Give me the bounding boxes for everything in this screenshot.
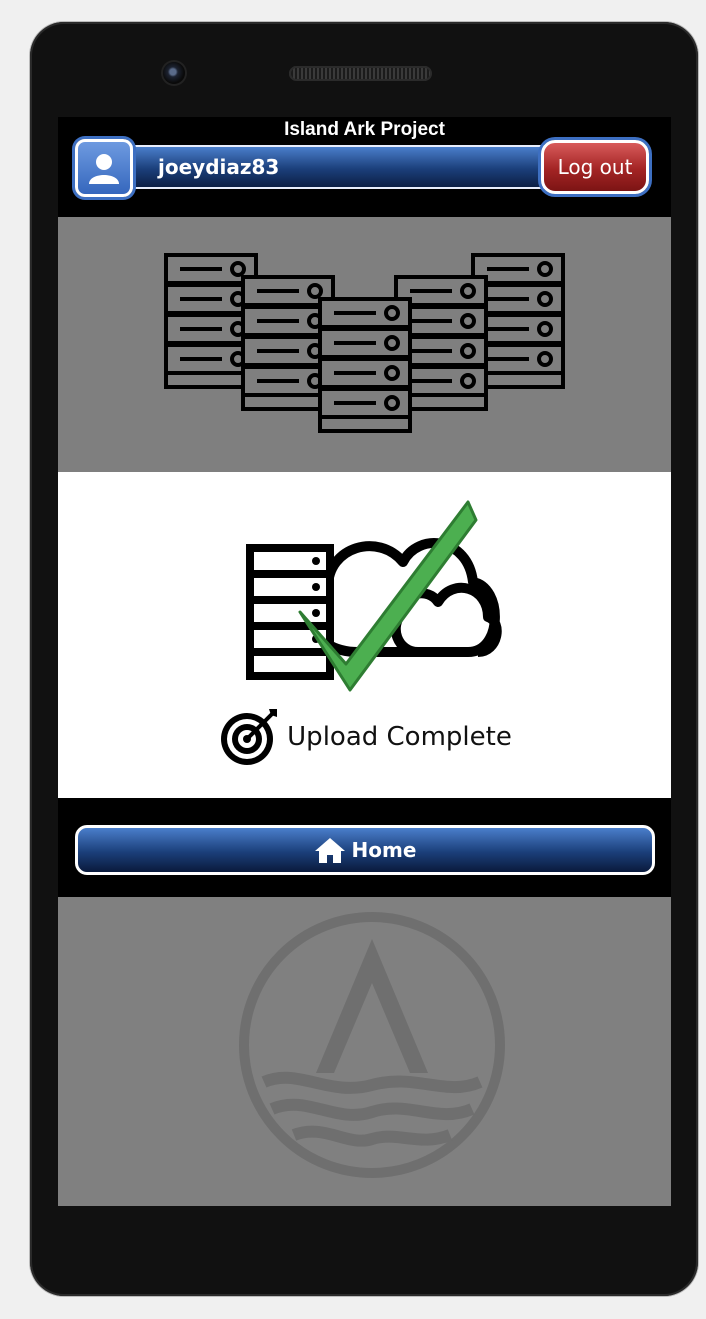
logout-button[interactable]: Log out (541, 140, 649, 194)
speaker-grille (289, 66, 432, 81)
camera-icon (163, 62, 185, 84)
phone-frame: Island Ark Project joeydiaz83 Log out Up… (30, 22, 698, 1296)
username-label: joeydiaz83 (158, 155, 280, 179)
upload-status: Upload Complete (58, 702, 671, 772)
upload-status-text: Upload Complete (287, 722, 512, 752)
logo-panel (58, 897, 671, 1206)
home-button-label: Home (351, 838, 417, 862)
servers-panel (58, 217, 671, 472)
app-title: Island Ark Project (284, 119, 445, 140)
target-icon (221, 709, 278, 765)
server-cloud-check-icon (246, 500, 502, 692)
home-button[interactable]: Home (75, 825, 655, 875)
upload-panel: Upload Complete (58, 472, 671, 798)
app-screen: Island Ark Project joeydiaz83 Log out Up… (58, 117, 671, 1206)
avatar-button[interactable] (75, 139, 133, 197)
island-ark-logo-icon (239, 912, 505, 1178)
home-icon (314, 838, 345, 863)
user-icon (89, 154, 119, 184)
server-rack-icon (58, 217, 671, 472)
